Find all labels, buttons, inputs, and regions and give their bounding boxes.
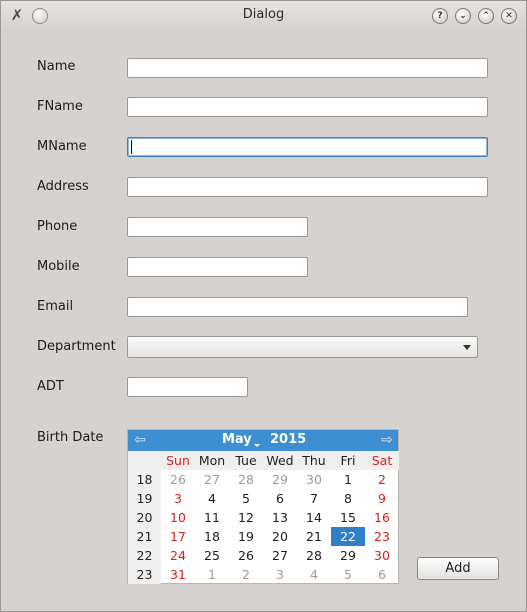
calendar-day[interactable]: 17	[161, 527, 195, 546]
mname-label: MName	[37, 139, 87, 154]
calendar-day[interactable]: 6	[263, 489, 297, 508]
maximize-icon[interactable]: ⌃	[478, 8, 494, 24]
calendar-day[interactable]: 26	[229, 546, 263, 565]
weekday-header: Tue	[229, 451, 263, 470]
week-number: 18	[128, 470, 161, 489]
weekday-header: Mon	[195, 451, 229, 470]
calendar-day[interactable]: 21	[297, 527, 331, 546]
calendar-week-row: 18 26 27 28 29 30 1 2	[128, 470, 398, 489]
previous-month-icon[interactable]: ⇦	[132, 433, 148, 447]
calendar-navigation-bar: ⇦ May 2015 ⇨	[128, 430, 398, 451]
calendar-week-row: 21 17 18 19 20 21 22 23	[128, 527, 398, 546]
birth-date-calendar[interactable]: ⇦ May 2015 ⇨ Sun Mon Tue Wed Thu Fri Sat 18 26 27…	[127, 429, 399, 584]
calendar-day[interactable]: 29	[263, 470, 297, 489]
calendar-day[interactable]: 14	[297, 508, 331, 527]
calendar-day[interactable]: 18	[195, 527, 229, 546]
text-cursor	[131, 140, 132, 154]
month-dropdown-icon[interactable]	[254, 444, 260, 447]
address-field[interactable]	[127, 177, 488, 197]
weekday-header: Thu	[297, 451, 331, 470]
adt-label: ADT	[37, 379, 64, 394]
calendar-day[interactable]: 25	[195, 546, 229, 565]
calendar-year-button[interactable]: 2015	[270, 432, 306, 447]
calendar-day[interactable]: 9	[365, 489, 399, 508]
calendar-day[interactable]: 27	[263, 546, 297, 565]
calendar-day[interactable]: 13	[263, 508, 297, 527]
calendar-day[interactable]: 3	[263, 565, 297, 584]
calendar-day[interactable]: 28	[229, 470, 263, 489]
department-select[interactable]	[127, 336, 478, 358]
chevron-down-icon[interactable]	[463, 345, 471, 350]
calendar-day[interactable]: 30	[365, 546, 399, 565]
calendar-day[interactable]: 31	[161, 565, 195, 584]
calendar-week-row: 20 10 11 12 13 14 15 16	[128, 508, 398, 527]
mobile-field[interactable]	[127, 257, 308, 277]
calendar-day[interactable]: 15	[331, 508, 365, 527]
birth-date-label: Birth Date	[37, 430, 104, 445]
weekday-header: Sat	[365, 451, 399, 470]
calendar-day[interactable]: 11	[195, 508, 229, 527]
email-label: Email	[37, 299, 74, 314]
calendar-day[interactable]: 16	[365, 508, 399, 527]
name-field[interactable]	[127, 58, 488, 78]
calendar-day[interactable]: 28	[297, 546, 331, 565]
calendar-day[interactable]: 29	[331, 546, 365, 565]
calendar-day[interactable]: 24	[161, 546, 195, 565]
phone-label: Phone	[37, 219, 78, 234]
calendar-day[interactable]: 19	[229, 527, 263, 546]
calendar-week-row: 19 3 4 5 6 7 8 9	[128, 489, 398, 508]
calendar-day[interactable]: 2	[229, 565, 263, 584]
name-label: Name	[37, 59, 76, 74]
calendar-day[interactable]: 23	[365, 527, 399, 546]
mname-field[interactable]	[127, 137, 488, 157]
calendar-day[interactable]: 4	[195, 489, 229, 508]
fname-field[interactable]	[127, 97, 488, 117]
calendar-day[interactable]: 1	[195, 565, 229, 584]
calendar-weekday-header: Sun Mon Tue Wed Thu Fri Sat	[128, 451, 399, 470]
calendar-day[interactable]: 30	[297, 470, 331, 489]
minimize-icon[interactable]: ⌄	[455, 8, 471, 24]
calendar-day[interactable]: 10	[161, 508, 195, 527]
calendar-day[interactable]: 2	[365, 470, 399, 489]
week-number: 21	[128, 527, 161, 546]
next-month-icon[interactable]: ⇨	[379, 433, 395, 447]
calendar-day[interactable]: 12	[229, 508, 263, 527]
calendar-week-row: 22 24 25 26 27 28 29 30	[128, 546, 398, 565]
phone-field[interactable]	[127, 217, 308, 237]
week-number: 20	[128, 508, 161, 527]
address-label: Address	[37, 179, 89, 194]
adt-field[interactable]	[127, 377, 248, 397]
calendar-day[interactable]: 26	[161, 470, 195, 489]
calendar-day[interactable]: 6	[365, 565, 399, 584]
calendar-day[interactable]: 5	[331, 565, 365, 584]
calendar-day[interactable]: 27	[195, 470, 229, 489]
department-label: Department	[37, 339, 116, 354]
title-bar[interactable]: ✗ Dialog ? ⌄ ⌃ ✕	[1, 1, 526, 29]
weekday-header: Wed	[263, 451, 297, 470]
fname-label: FName	[37, 99, 83, 114]
add-button[interactable]: Add	[417, 557, 499, 580]
calendar-day-grid: Sun Mon Tue Wed Thu Fri Sat 18 26 27 28 29 30 1 2 19 3 4 5…	[128, 451, 399, 584]
week-number: 22	[128, 546, 161, 565]
week-number: 19	[128, 489, 161, 508]
weekday-header: Fri	[331, 451, 365, 470]
help-icon[interactable]: ?	[432, 8, 448, 24]
calendar-day-selected[interactable]: 22	[331, 527, 365, 546]
calendar-day[interactable]: 3	[161, 489, 195, 508]
calendar-week-row: 23 31 1 2 3 4 5 6	[128, 565, 398, 584]
close-icon[interactable]: ✕	[501, 8, 517, 24]
calendar-day[interactable]: 4	[297, 565, 331, 584]
weekday-header: Sun	[161, 451, 195, 470]
calendar-day[interactable]: 1	[331, 470, 365, 489]
email-field[interactable]	[127, 297, 468, 317]
week-number-header	[128, 451, 161, 470]
dialog-window: ✗ Dialog ? ⌄ ⌃ ✕ Name FName MName Addres…	[0, 0, 527, 612]
calendar-month-button[interactable]: May	[222, 432, 252, 447]
calendar-day[interactable]: 7	[297, 489, 331, 508]
calendar-day[interactable]: 20	[263, 527, 297, 546]
calendar-day[interactable]: 8	[331, 489, 365, 508]
mobile-label: Mobile	[37, 259, 80, 274]
calendar-day[interactable]: 5	[229, 489, 263, 508]
week-number: 23	[128, 565, 161, 584]
